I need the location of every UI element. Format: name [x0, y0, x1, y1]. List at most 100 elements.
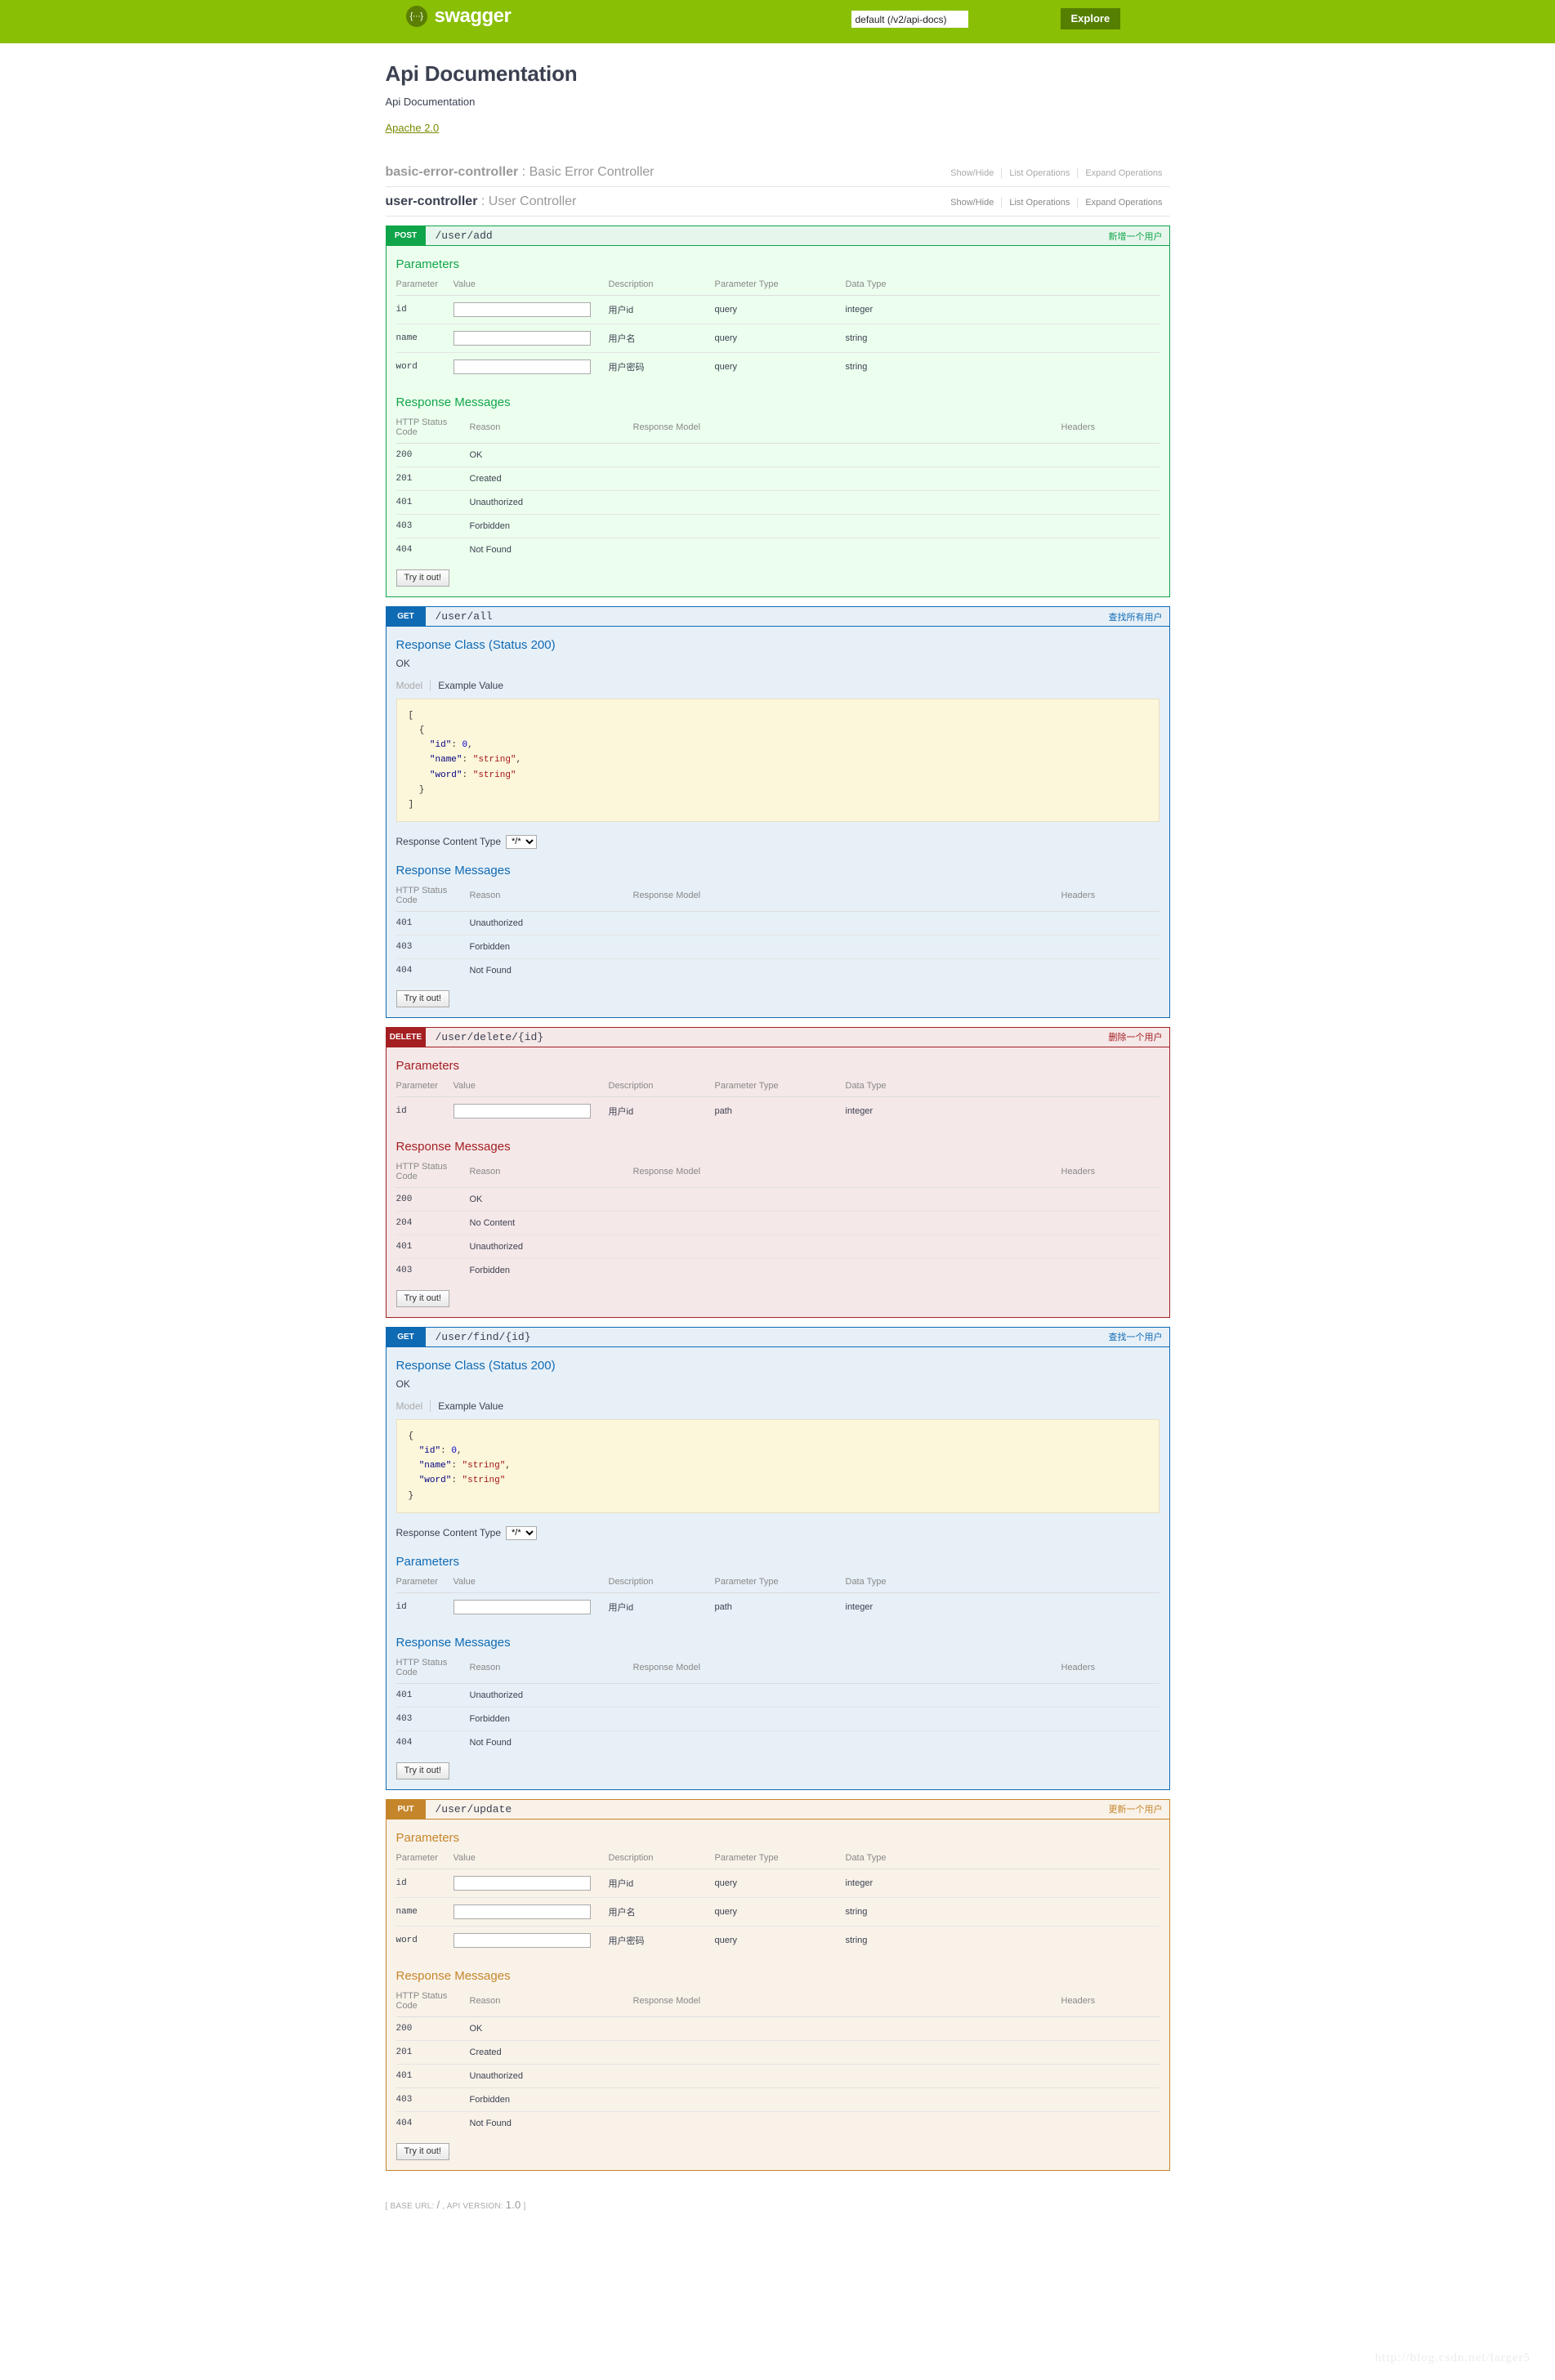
response-headers: [1061, 1730, 1160, 1754]
resource-name[interactable]: user-controller: [386, 194, 478, 208]
try-it-out-button[interactable]: Try it out!: [395, 2142, 449, 2160]
response-messages-table: HTTP Status Code Reason Response Model Head…: [395, 882, 1160, 982]
operation-body: Response Class (Status 200) OK Model Exampl…: [387, 627, 1169, 1017]
operation-header[interactable]: GET/user/all 查找所有用户: [386, 607, 1169, 627]
api-docs-url-input[interactable]: [851, 11, 968, 28]
parameter-description: 用户名: [608, 1897, 715, 1927]
response-model: [633, 958, 1061, 982]
response-col-header-2: Response Model: [632, 1654, 1061, 1684]
base-url-info: [ BASE URL: / , API VERSION: 1.0 ]: [386, 2198, 526, 2211]
operation-path[interactable]: /user/find/{id}: [426, 1328, 1109, 1346]
try-it-out-button[interactable]: Try it out!: [395, 989, 449, 1007]
parameter-value-input[interactable]: [453, 1932, 591, 1948]
parameter-value-input[interactable]: [453, 359, 591, 374]
response-model: [632, 1683, 1061, 1708]
param-col-header-2: Description: [608, 1078, 715, 1097]
parameter-value-input[interactable]: [453, 1875, 591, 1891]
response-model: [632, 514, 1061, 538]
response-col-header-0: HTTP Status Code: [395, 415, 470, 444]
parameter-row: name 用户名 query string: [395, 324, 1160, 353]
response-reason: Not Found: [469, 545, 512, 555]
operation-path[interactable]: /user/add: [426, 226, 1109, 245]
parameter-data-type: integer: [845, 1105, 874, 1116]
expand-operations-link[interactable]: Expand Operations: [1077, 198, 1169, 208]
param-col-header-2: Description: [608, 1850, 715, 1869]
license-link[interactable]: Apache 2.0: [386, 122, 440, 134]
expand-operations-link[interactable]: Expand Operations: [1077, 168, 1169, 178]
param-col-header-3: Parameter Type: [714, 1078, 846, 1097]
response-messages-title: Response Messages: [395, 1968, 511, 1983]
response-reason: Not Found: [469, 1737, 512, 1748]
response-headers: [1061, 2016, 1160, 2041]
parameter-value-input[interactable]: [453, 331, 591, 346]
explore-button[interactable]: Explore: [1060, 8, 1121, 29]
resource-heading[interactable]: basic-error-controller : Basic Error Con…: [386, 165, 655, 180]
parameter-value-input[interactable]: [453, 1599, 591, 1614]
operation-path[interactable]: /user/update: [426, 1800, 1109, 1819]
tab-example-value[interactable]: Example Value: [430, 680, 511, 691]
operation-header[interactable]: POST/user/add 新增一个用户: [386, 226, 1169, 246]
list-operations-link[interactable]: List Operations: [1001, 168, 1077, 178]
response-col-header-2: Response Model: [632, 415, 1061, 444]
response-class-title: Response Class (Status 200): [395, 638, 556, 652]
response-col-header-2: Response Model: [632, 1988, 1061, 2017]
operation-put--user-update: PUT/user/update 更新一个用户 Parameters Parameter…: [385, 1798, 1170, 2171]
response-col-header-1: Reason: [469, 1654, 633, 1684]
parameter-name: id: [395, 295, 454, 324]
parameter-description: 用户id: [608, 1602, 634, 1613]
try-it-out-button[interactable]: Try it out!: [395, 1289, 449, 1307]
show-hide-link[interactable]: Show/Hide: [943, 198, 1001, 208]
operation-header[interactable]: GET/user/find/{id} 查找一个用户: [386, 1327, 1169, 1347]
response-model: [632, 490, 1061, 515]
api-version-label: API VERSION:: [446, 2201, 503, 2211]
operation-header[interactable]: PUT/user/update 更新一个用户: [386, 1799, 1169, 1820]
tab-example-value[interactable]: Example Value: [430, 1400, 511, 1412]
response-reason: Unauthorized: [469, 490, 633, 515]
response-row: 401 Unauthorized: [395, 1683, 1160, 1708]
parameter-value-cell: [453, 1096, 609, 1125]
tab-model[interactable]: Model: [396, 680, 431, 691]
parameter-type: query: [714, 295, 846, 324]
param-col-header-3: Parameter Type: [714, 1574, 846, 1593]
parameters-table: Parameter Value Description Parameter Type D…: [395, 277, 1160, 381]
response-status-code: 403: [395, 935, 470, 959]
parameter-type: query: [714, 1935, 738, 1945]
base-url-value: /: [436, 2198, 440, 2211]
operation-body: Response Class (Status 200) OK Model Exampl…: [387, 1347, 1169, 1789]
parameter-value-input[interactable]: [453, 302, 591, 317]
show-hide-link[interactable]: Show/Hide: [943, 168, 1001, 178]
response-status-code: 201: [395, 2040, 470, 2065]
response-class-title: Response Class (Status 200): [395, 1358, 556, 1373]
try-it-out-button[interactable]: Try it out!: [395, 1762, 449, 1779]
operation-path[interactable]: /user/all: [426, 607, 1109, 626]
resource-heading[interactable]: user-controller : User Controller: [386, 194, 577, 209]
parameter-value-cell: [453, 1592, 609, 1621]
swagger-logo[interactable]: {···} swagger: [405, 6, 512, 27]
response-row: 200 OK: [395, 443, 1160, 467]
response-content-type-row: Response Content Type */*: [396, 834, 1160, 849]
response-headers: [1061, 1187, 1160, 1212]
response-content-type-select[interactable]: */*: [506, 1525, 538, 1540]
parameter-value-input[interactable]: [453, 1904, 591, 1919]
parameters-table: Parameter Value Description Parameter Type D…: [395, 1078, 1160, 1125]
response-model: [632, 2064, 1061, 2088]
response-reason: Created: [469, 2040, 633, 2065]
resource-name[interactable]: basic-error-controller: [386, 165, 519, 179]
resource-separator: :: [480, 194, 485, 208]
operation-header[interactable]: DELETE/user/delete/{id} 删除一个用户: [386, 1027, 1169, 1047]
api-info: Api Documentation Api Documentation Apac…: [386, 43, 1170, 136]
response-model: [632, 1187, 1061, 1212]
operation-path[interactable]: /user/delete/{id}: [426, 1028, 1109, 1047]
list-operations-link[interactable]: List Operations: [1001, 198, 1077, 208]
tab-model[interactable]: Model: [396, 1400, 431, 1412]
try-it-out-button[interactable]: Try it out!: [395, 569, 449, 587]
response-reason: Forbidden: [469, 1265, 511, 1275]
parameter-value-input[interactable]: [453, 1103, 591, 1119]
resource-list: basic-error-controller : Basic Error Con…: [385, 158, 1170, 217]
param-col-header-2: Description: [608, 277, 715, 296]
response-reason: Not Found: [469, 2118, 512, 2128]
operation-post--user-add: POST/user/add 新增一个用户 Parameters Parameter Va…: [385, 225, 1170, 597]
response-status-code: 401: [395, 490, 470, 515]
response-model: [633, 1730, 1061, 1754]
response-content-type-select[interactable]: */*: [506, 834, 538, 849]
